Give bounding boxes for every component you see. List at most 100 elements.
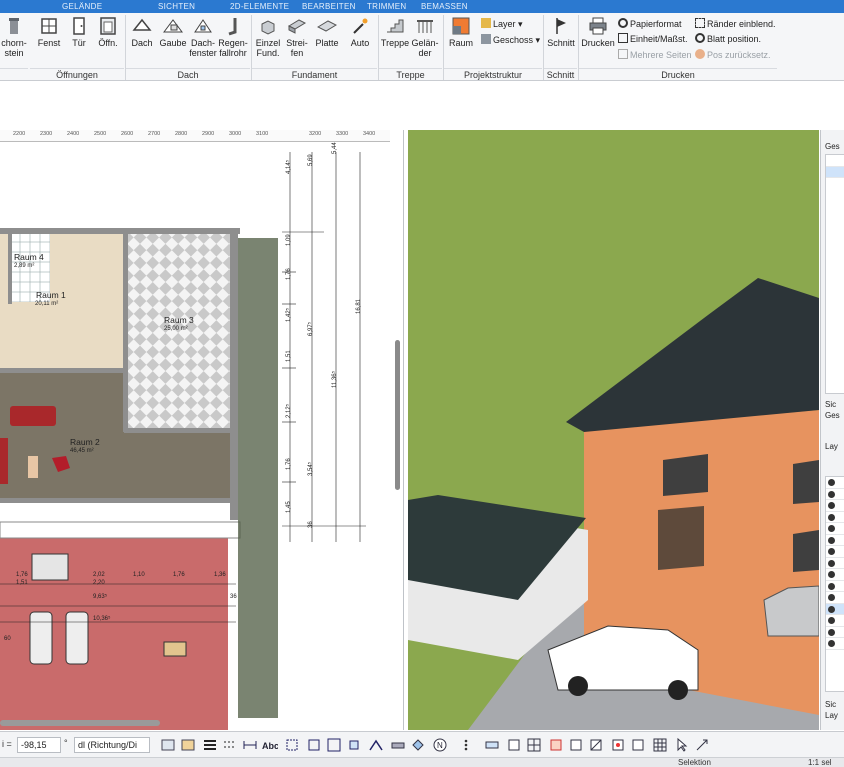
eye-icon[interactable] [828,594,835,601]
grid-snap-icon[interactable] [306,737,322,753]
layer-row[interactable] [826,569,844,581]
layer-row[interactable] [826,500,844,512]
tab-bemassen[interactable]: BEMASSEN [421,0,468,13]
frame-icon[interactable] [326,737,342,753]
layer-row[interactable] [826,615,844,627]
oeffnung-button[interactable]: Öffn. [94,16,122,48]
layer-row[interactable] [826,558,844,569]
sofa[interactable] [10,406,56,426]
layer-row[interactable] [826,512,844,523]
tab-bearbeiten[interactable]: BEARBEITEN [302,0,356,13]
eye-icon[interactable] [828,525,835,532]
layer-row[interactable] [826,546,844,558]
room-mode-icon[interactable] [568,737,584,753]
side-table[interactable] [28,456,38,478]
direction-mode-select[interactable]: dl (Richtung/Di [74,737,150,753]
layer-row[interactable] [826,627,844,638]
schnitt-button[interactable]: Schnitt [545,16,577,48]
room-2-floor[interactable] [0,372,128,500]
eye-icon[interactable] [828,605,835,613]
more-options-icon[interactable] [458,737,474,753]
view-split-icon[interactable] [526,737,542,753]
gaube-button[interactable]: Gaube [158,16,188,48]
sofa-side[interactable] [0,438,8,484]
grid-icon[interactable] [652,737,668,753]
layer-row[interactable] [826,535,844,546]
layer-row[interactable] [826,523,844,535]
regenfallrohr-button[interactable]: Regen- fallrohr [218,16,248,58]
eye-icon[interactable] [828,617,835,624]
eye-icon[interactable] [828,640,835,647]
edge-mode-icon[interactable] [630,737,646,753]
eye-icon[interactable] [828,571,835,578]
blatt-position-button[interactable]: Blatt position. [695,33,761,45]
einzelfundament-button[interactable]: Einzel Fund. [254,16,282,58]
garage-object[interactable] [163,641,187,657]
room-2-floor-ext[interactable] [128,432,238,500]
tuer-button[interactable]: Tür [66,16,92,48]
garage-object[interactable] [31,553,69,581]
layer-row[interactable] [826,489,844,500]
fill-tool-icon[interactable] [180,737,196,753]
treppe-button[interactable]: Treppe [380,16,410,48]
tab-trimmen[interactable]: TRIMMEN [367,0,406,13]
dimension-line-icon[interactable] [242,737,258,753]
object-mode-icon[interactable] [548,737,564,753]
list-item[interactable] [826,166,844,178]
eye-icon[interactable] [828,536,835,544]
einheit-button[interactable]: Einheit/Maßst. [618,33,688,45]
gelaender-button[interactable]: Gelän- der [410,16,440,58]
car-tool-icon[interactable] [390,737,406,753]
snap-point-icon[interactable] [346,737,362,753]
angle-tool-icon[interactable] [368,737,384,753]
wall-mode-icon[interactable] [484,737,500,753]
section-mode-icon[interactable] [588,737,604,753]
hedge-plants[interactable] [238,238,278,718]
angle-input[interactable]: -98,15 [17,737,61,753]
object-list[interactable] [825,154,844,394]
car-top-view[interactable] [65,611,89,665]
layer-list[interactable] [825,476,844,692]
plan-horizontal-scrollbar[interactable] [0,720,160,726]
auto-button[interactable]: Auto [346,16,374,48]
raum-button[interactable]: Raum [446,16,476,48]
mehrere-seiten-button[interactable]: Mehrere Seiten [618,49,692,61]
eye-icon[interactable] [828,628,835,636]
eye-icon[interactable] [828,479,835,486]
snap-icon[interactable] [284,737,300,753]
schornstein-button[interactable]: chorn- stein [0,16,28,58]
layer-row[interactable] [826,581,844,592]
eye-icon[interactable] [828,490,835,498]
dachfenster-button[interactable]: Dach- fenster [188,16,218,58]
tab-gelaende[interactable]: GELÄNDE [62,0,102,13]
eye-icon[interactable] [828,582,835,590]
layer-dropdown[interactable]: Layer ▾ [481,18,523,30]
dach-button[interactable]: Dach [128,16,156,48]
list-item[interactable] [826,155,844,167]
layer-row[interactable] [826,638,844,650]
eye-icon[interactable] [828,548,835,555]
pos-zuruecksetzen-button[interactable]: Pos zurücksetz. [695,49,771,61]
layer-row-selected[interactable] [826,603,844,615]
eye-icon[interactable] [828,559,835,567]
text-tool-icon[interactable]: Abc [262,737,278,753]
north-icon[interactable]: N [432,737,448,753]
raender-button[interactable]: Ränder einblend. [695,18,776,30]
fenster-button[interactable]: Fenst [34,16,64,48]
tab-2d-elemente[interactable]: 2D-ELEMENTE [230,0,289,13]
layer-row[interactable] [826,592,844,604]
streifenfundament-button[interactable]: Strei- fen [284,16,310,58]
layers-tool-icon[interactable] [160,737,176,753]
expand-icon[interactable] [694,737,710,753]
eraser-icon[interactable] [410,737,426,753]
car-top-view[interactable] [29,611,53,665]
view-2d-icon[interactable] [506,737,522,753]
3d-view[interactable] [408,130,819,730]
platte-button[interactable]: Platte [312,16,342,48]
tab-sichten[interactable]: SICHTEN [158,0,195,13]
eye-icon[interactable] [828,513,835,521]
line-weight-icon[interactable] [202,737,218,753]
point-mode-icon[interactable] [610,737,626,753]
line-style-icon[interactable] [222,737,238,753]
eye-icon[interactable] [828,502,835,509]
